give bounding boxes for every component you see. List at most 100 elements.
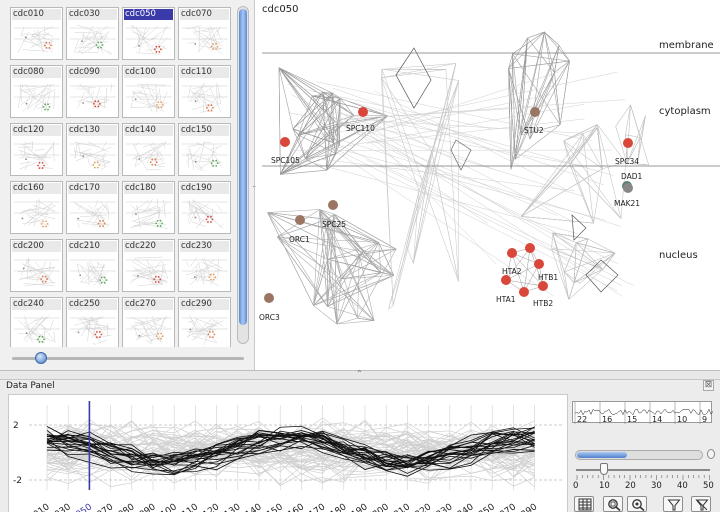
thumbnail-cdc070[interactable]: cdc070 bbox=[178, 7, 231, 60]
condition-range-thumb[interactable] bbox=[577, 452, 627, 458]
thumbnail-cdc030[interactable]: cdc030 bbox=[66, 7, 119, 60]
node-hta1[interactable] bbox=[501, 275, 511, 285]
thumbnail-cdc120[interactable]: cdc120 bbox=[10, 123, 63, 176]
thumbnail-label: cdc170 bbox=[68, 183, 117, 194]
node-orc1[interactable] bbox=[295, 215, 305, 225]
condition-overview-strip[interactable]: 22 16 15 14 10 9 bbox=[572, 401, 716, 424]
thumbnail-preview bbox=[70, 83, 116, 110]
x-tick-label[interactable]: cdc010 bbox=[19, 502, 52, 512]
threshold-slider-track[interactable] bbox=[576, 469, 710, 471]
thumbnail-label: cdc080 bbox=[12, 67, 61, 78]
thumbnail-cdc180[interactable]: cdc180 bbox=[122, 181, 175, 234]
thumbnail-label: cdc250 bbox=[68, 299, 117, 310]
heatmap-icon bbox=[578, 498, 592, 511]
thumbnail-cdc150[interactable]: cdc150 bbox=[178, 123, 231, 176]
app-window: cdc010 cdc030 cdc050 cdc070 cdc080 cdc090 cdc1… bbox=[0, 0, 720, 512]
thumbnail-cdc050[interactable]: cdc050 bbox=[122, 7, 175, 60]
node-spc25[interactable] bbox=[328, 200, 338, 210]
thumbnail-label: cdc270 bbox=[124, 299, 173, 310]
thumbnail-cdc170[interactable]: cdc170 bbox=[66, 181, 119, 234]
thumbnail-preview bbox=[182, 141, 228, 171]
node-label-htb1: HTB1 bbox=[538, 273, 558, 282]
heatmap-button[interactable] bbox=[574, 496, 594, 512]
network-view[interactable]: SPC110 SPC105 SPC25 ORC1 ORC3 STU2 SPC34 DAD1 MA… bbox=[256, 0, 720, 370]
node-stu2[interactable] bbox=[530, 107, 540, 117]
strip-number: 16 bbox=[602, 415, 612, 424]
network-graph[interactable]: SPC110 SPC105 SPC25 ORC1 ORC3 STU2 SPC34 DAD1 MA… bbox=[256, 0, 720, 370]
expression-profile-plot[interactable]: 2-2cdc010cdc030cdc050cdc070cdc080cdc090c… bbox=[8, 394, 568, 512]
thumbnail-grid: cdc010 cdc030 cdc050 cdc070 cdc080 cdc090 cdc1… bbox=[10, 7, 235, 347]
thumbnail-cdc110[interactable]: cdc110 bbox=[178, 65, 231, 118]
threshold-scale-label: 50 bbox=[703, 481, 714, 491]
thumbnail-preview bbox=[14, 315, 60, 343]
thumbnail-preview bbox=[14, 26, 60, 53]
thumbnail-cdc210[interactable]: cdc210 bbox=[66, 239, 119, 292]
clear-filter-button[interactable] bbox=[691, 496, 711, 512]
thumbnail-scrollbar[interactable] bbox=[237, 6, 249, 344]
thumbnail-size-slider-knob[interactable] bbox=[35, 352, 47, 364]
zoom-fit-icon bbox=[632, 499, 645, 511]
node-label-spc25: SPC25 bbox=[322, 220, 346, 229]
node-htb1[interactable] bbox=[534, 259, 544, 269]
thumbnail-cdc220[interactable]: cdc220 bbox=[122, 239, 175, 292]
thumbnail-cdc230[interactable]: cdc230 bbox=[178, 239, 231, 292]
profile-svg[interactable]: 2-2cdc010cdc030cdc050cdc070cdc080cdc090c… bbox=[9, 395, 569, 512]
thumbnail-cdc270[interactable]: cdc270 bbox=[122, 297, 175, 347]
node-mak21[interactable] bbox=[623, 183, 633, 193]
thumbnail-preview bbox=[126, 83, 172, 113]
zoom-in-icon bbox=[608, 499, 621, 511]
close-icon[interactable]: ⊠ bbox=[703, 380, 714, 391]
thumbnail-cdc250[interactable]: cdc250 bbox=[66, 297, 119, 347]
node-spc110[interactable] bbox=[358, 107, 368, 117]
node-spc34[interactable] bbox=[623, 138, 633, 148]
thumbnail-cdc080[interactable]: cdc080 bbox=[10, 65, 63, 118]
thumbnail-label: cdc240 bbox=[12, 299, 61, 310]
thumbnail-cdc090[interactable]: cdc090 bbox=[66, 65, 119, 118]
thumbnail-cdc240[interactable]: cdc240 bbox=[10, 297, 63, 347]
thumbnail-preview bbox=[182, 25, 228, 55]
thumbnail-label: cdc220 bbox=[124, 241, 173, 252]
profile-controls: 22 16 15 14 10 9 0 10 20 30 40 50 bbox=[570, 394, 720, 512]
thumbnail-label: cdc050 bbox=[124, 9, 173, 20]
thumbnail-label: cdc150 bbox=[180, 125, 229, 136]
node-histone-extra[interactable] bbox=[525, 243, 535, 253]
thumbnail-cdc290[interactable]: cdc290 bbox=[178, 297, 231, 347]
threshold-slider-knob[interactable] bbox=[600, 463, 608, 475]
zoom-in-button[interactable] bbox=[603, 496, 623, 512]
thumbnail-preview bbox=[182, 314, 228, 345]
horizontal-splitter[interactable]: ⌃ bbox=[0, 369, 720, 379]
node-label-mak21: MAK21 bbox=[614, 199, 640, 208]
thumbnail-scrollbar-thumb[interactable] bbox=[239, 9, 247, 325]
node-label-hta2: HTA2 bbox=[502, 267, 522, 276]
thumbnail-label: cdc120 bbox=[12, 125, 61, 136]
filter-icon bbox=[667, 499, 681, 511]
threshold-scale-label: 30 bbox=[651, 481, 662, 491]
thumbnail-cdc010[interactable]: cdc010 bbox=[10, 7, 63, 60]
filter-button[interactable] bbox=[663, 496, 683, 512]
thumbnail-cdc130[interactable]: cdc130 bbox=[66, 123, 119, 176]
node-htb2[interactable] bbox=[538, 281, 548, 291]
node-label-stu2: STU2 bbox=[524, 126, 544, 135]
thumbnail-preview bbox=[14, 199, 60, 228]
region-label-membrane: membrane bbox=[659, 40, 714, 51]
splitter-handle[interactable]: ⌃ bbox=[356, 369, 363, 378]
thumbnail-label: cdc030 bbox=[68, 9, 117, 20]
thumbnail-cdc100[interactable]: cdc100 bbox=[122, 65, 175, 118]
node-hta2[interactable] bbox=[507, 248, 517, 258]
zoom-fit-button[interactable] bbox=[627, 496, 647, 512]
thumbnail-cdc200[interactable]: cdc200 bbox=[10, 239, 63, 292]
thumbnail-cdc190[interactable]: cdc190 bbox=[178, 181, 231, 234]
node-label-spc34: SPC34 bbox=[615, 157, 639, 166]
thumbnail-cdc140[interactable]: cdc140 bbox=[122, 123, 175, 176]
node-spc105[interactable] bbox=[280, 137, 290, 147]
thumbnail-label: cdc190 bbox=[180, 183, 229, 194]
thumbnail-preview bbox=[126, 198, 172, 230]
condition-range-scrollbar[interactable] bbox=[575, 450, 703, 460]
node-orc3[interactable] bbox=[264, 293, 274, 303]
thumbnail-preview bbox=[182, 256, 228, 286]
node-histone-extra-2[interactable] bbox=[519, 287, 529, 297]
range-scroll-end-button[interactable] bbox=[707, 449, 715, 459]
thumbnail-cdc160[interactable]: cdc160 bbox=[10, 181, 63, 234]
thumbnail-preview bbox=[70, 316, 116, 345]
region-label-nucleus: nucleus bbox=[659, 250, 698, 261]
